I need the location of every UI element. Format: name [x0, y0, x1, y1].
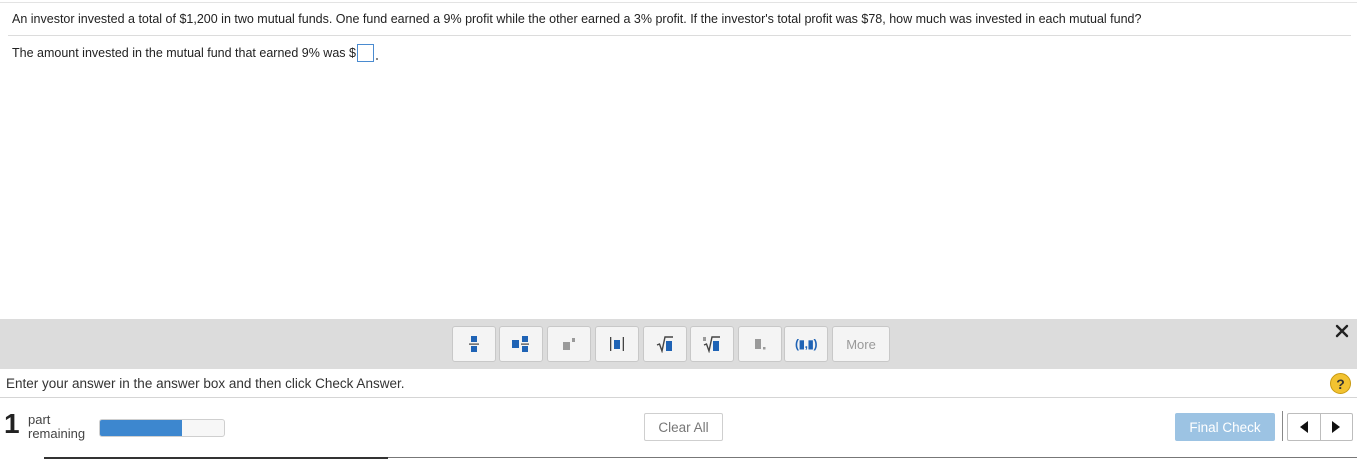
answer-period — [375, 58, 378, 60]
answer-input-box[interactable] — [356, 44, 374, 62]
question-text: An investor invested a total of $1,200 i… — [12, 12, 1142, 26]
previous-button[interactable] — [1288, 414, 1320, 440]
parts-label-line1: part — [28, 412, 51, 427]
parts-label-line2: remaining — [28, 426, 86, 441]
top-divider — [0, 2, 1357, 3]
instruction-text: Enter your answer in the answer box and … — [6, 376, 405, 391]
help-icon[interactable]: ? — [1330, 373, 1351, 394]
question-divider — [8, 35, 1351, 36]
footer-divider — [1282, 411, 1283, 441]
square-root-icon — [656, 336, 673, 353]
answer-prompt: The amount invested in the mutual fund t… — [12, 46, 356, 60]
nth-root-button[interactable] — [690, 326, 734, 362]
progress-bar-fill — [100, 420, 182, 436]
absolute-value-icon — [610, 337, 624, 351]
bottom-border-right — [388, 457, 1357, 458]
parts-remaining-label: part remaining — [28, 413, 85, 441]
decimal-button[interactable] — [738, 326, 782, 362]
fraction-icon — [469, 336, 479, 352]
arrow-left-icon — [1299, 421, 1308, 433]
square-root-button[interactable] — [643, 326, 687, 362]
final-check-button[interactable]: Final Check — [1175, 413, 1275, 441]
question-panel: An investor invested a total of $1,200 i… — [0, 0, 1357, 319]
mixed-number-button[interactable] — [499, 326, 543, 362]
answer-row: The amount invested in the mutual fund t… — [12, 44, 378, 62]
ordered-pair-button[interactable]: (▮,▮) — [784, 326, 828, 362]
absolute-value-button[interactable] — [595, 326, 639, 362]
progress-bar — [99, 419, 225, 437]
more-button[interactable]: More — [832, 326, 890, 362]
exponent-icon — [563, 338, 575, 350]
mixed-number-icon — [512, 336, 529, 352]
fraction-button[interactable] — [452, 326, 496, 362]
decimal-icon — [755, 339, 766, 350]
close-icon[interactable] — [1335, 324, 1349, 338]
exponent-button[interactable] — [547, 326, 591, 362]
instruction-bar: Enter your answer in the answer box and … — [0, 369, 1357, 398]
nth-root-icon — [703, 336, 720, 353]
math-toolbar: (▮,▮) More — [0, 319, 1357, 369]
footer-bar: 1 part remaining Clear All Final Check — [0, 399, 1357, 459]
arrow-right-icon — [1332, 421, 1341, 433]
question-nav — [1287, 413, 1353, 441]
next-button[interactable] — [1319, 414, 1353, 440]
parts-remaining-count: 1 — [4, 408, 20, 439]
clear-all-button[interactable]: Clear All — [644, 413, 723, 441]
ordered-pair-icon: (▮,▮) — [794, 337, 818, 351]
